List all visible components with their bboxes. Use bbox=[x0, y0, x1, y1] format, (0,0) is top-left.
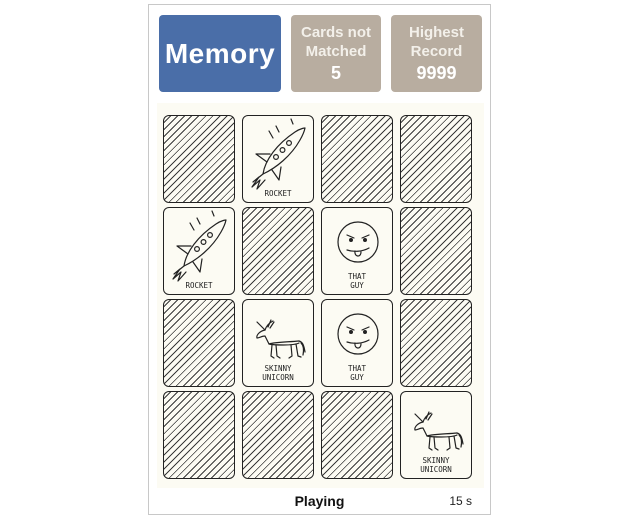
game-title: Memory bbox=[159, 15, 281, 92]
card-caption: ROCKET bbox=[264, 189, 292, 198]
cards-not-matched-value: 5 bbox=[330, 63, 341, 83]
card-face-up[interactable]: SKINNY UNICORN bbox=[242, 299, 314, 387]
highest-record-label-2: Record bbox=[410, 43, 463, 60]
card-face-down[interactable] bbox=[400, 115, 472, 203]
game-status: Playing bbox=[294, 493, 345, 509]
card-face-down[interactable] bbox=[321, 391, 393, 479]
card-face-down[interactable] bbox=[163, 391, 235, 479]
card-face-up[interactable]: ROCKET bbox=[242, 115, 314, 203]
card-face-up[interactable]: ROCKET bbox=[163, 207, 235, 295]
card-caption: SKINNY UNICORN bbox=[420, 456, 452, 474]
card-face-down[interactable] bbox=[163, 115, 235, 203]
highest-record-label-1: Highest bbox=[408, 24, 464, 41]
card-face-up[interactable]: THAT GUY bbox=[321, 207, 393, 295]
memory-game-window: Memory Cards not Matched 5 Highest Recor… bbox=[148, 4, 491, 515]
cards-not-matched-label-2: Matched bbox=[305, 43, 367, 60]
card-face-down[interactable] bbox=[321, 115, 393, 203]
card-caption: THAT GUY bbox=[347, 364, 367, 382]
card-caption: THAT GUY bbox=[347, 272, 367, 290]
card-caption: ROCKET bbox=[185, 281, 213, 290]
cards-not-matched-label-1: Cards not bbox=[300, 24, 371, 41]
elapsed-timer: 15 s bbox=[449, 494, 472, 508]
card-face-up[interactable]: SKINNY UNICORN bbox=[400, 391, 472, 479]
card-face-down[interactable] bbox=[400, 207, 472, 295]
status-bar: Playing 15 s bbox=[149, 491, 490, 513]
highest-record-panel: Highest Record 9999 bbox=[391, 15, 482, 92]
card-face-down[interactable] bbox=[242, 207, 314, 295]
card-board: ROCKET ROCKET THAT GUY SKINNY UNICORN THAT G… bbox=[157, 103, 484, 488]
card-face-down[interactable] bbox=[242, 391, 314, 479]
card-caption: SKINNY UNICORN bbox=[262, 364, 294, 382]
card-face-up[interactable]: THAT GUY bbox=[321, 299, 393, 387]
game-title-text: Memory bbox=[164, 37, 276, 69]
card-face-down[interactable] bbox=[163, 299, 235, 387]
cards-not-matched-panel: Cards not Matched 5 bbox=[291, 15, 381, 92]
card-face-down[interactable] bbox=[400, 299, 472, 387]
highest-record-value: 9999 bbox=[416, 63, 457, 83]
